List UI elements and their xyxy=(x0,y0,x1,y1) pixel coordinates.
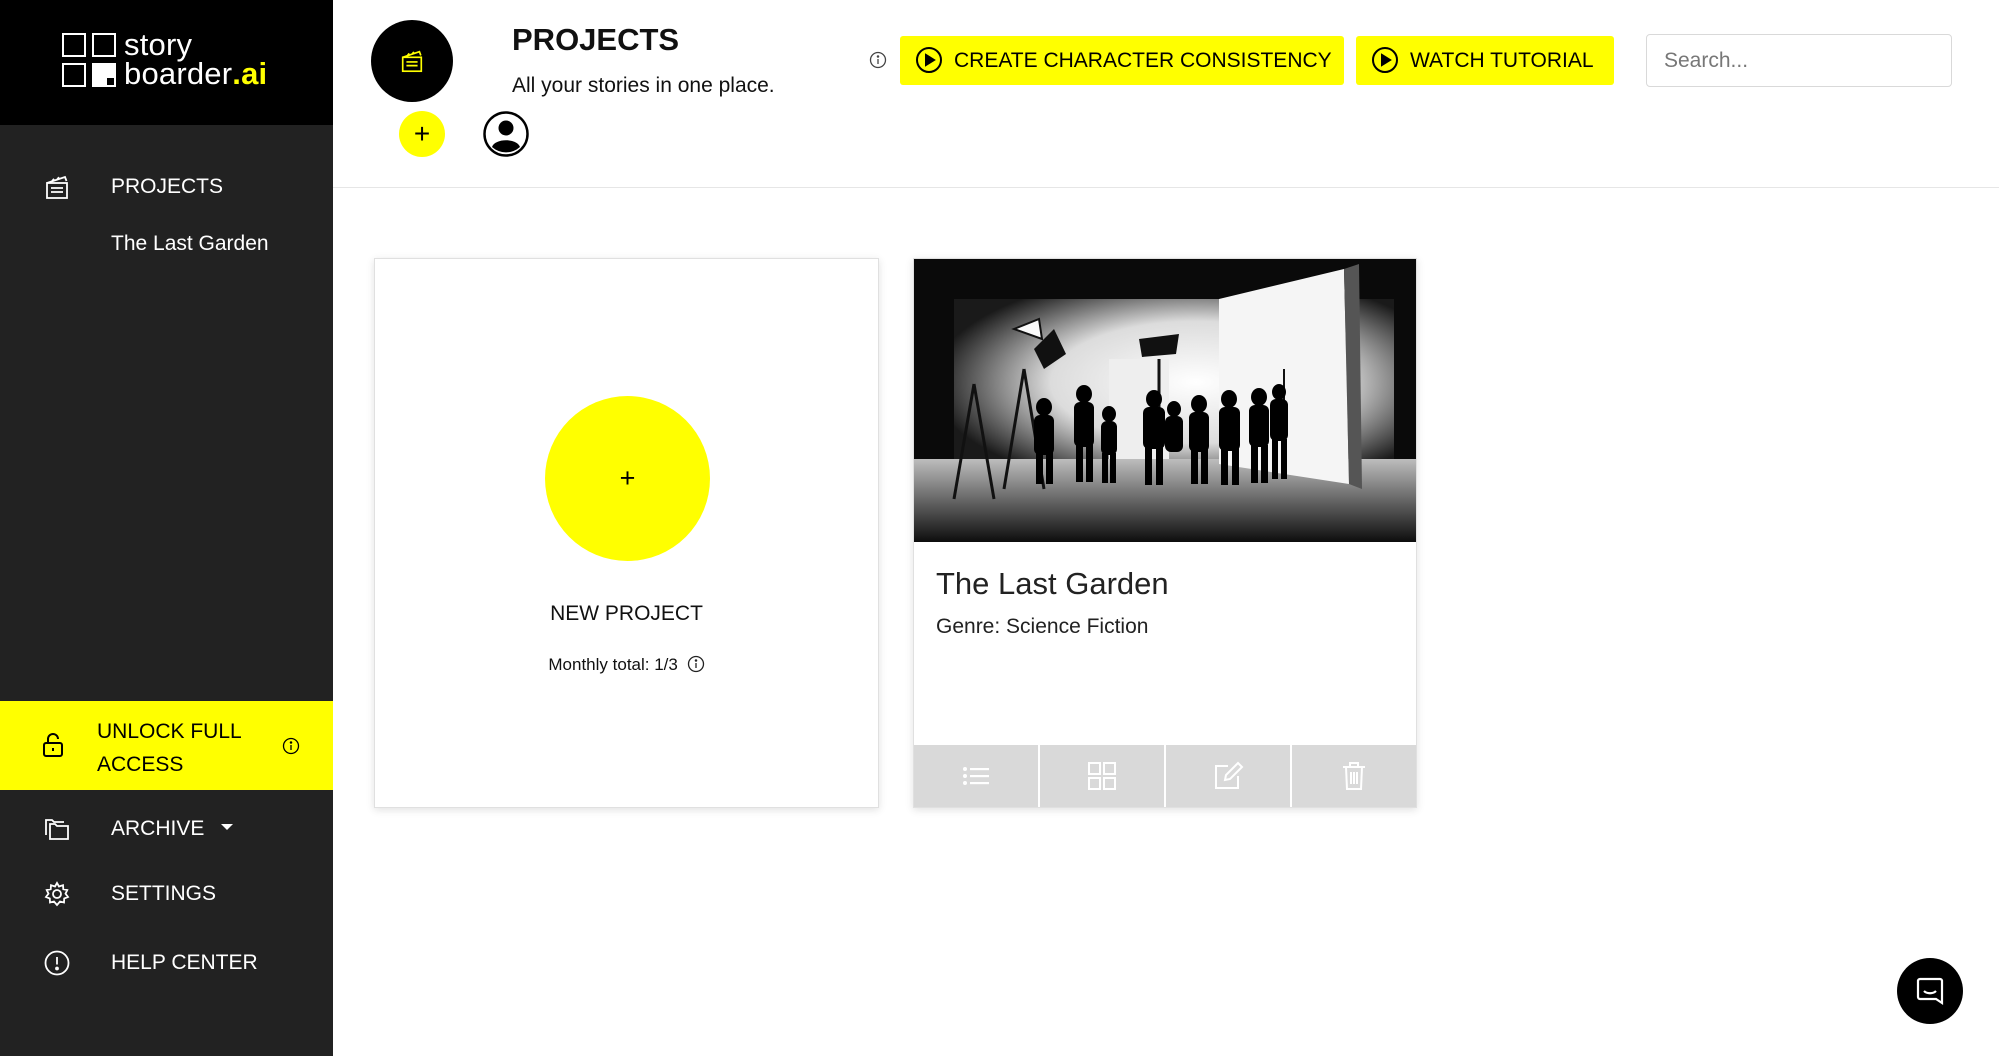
new-project-label: NEW PROJECT xyxy=(550,602,703,625)
sidebar-item-the-last-garden[interactable]: The Last Garden xyxy=(111,232,269,256)
sidebar-item-help-center[interactable]: HELP CENTER xyxy=(0,946,333,980)
caret-down-icon xyxy=(221,824,234,830)
play-circle-icon xyxy=(915,46,943,80)
project-genre: Genre: Science Fiction xyxy=(936,615,1149,638)
sidebar-item-label: HELP CENTER xyxy=(111,951,258,974)
sidebar: story boarder.ai PROJECTS The Last Garde… xyxy=(0,0,333,1056)
project-actions xyxy=(914,745,1416,807)
lock-icon xyxy=(40,731,66,764)
add-project-button[interactable]: + xyxy=(399,111,445,157)
folders-icon xyxy=(42,814,72,844)
trash-icon xyxy=(1343,762,1365,790)
sidebar-item-projects[interactable]: PROJECTS xyxy=(0,170,333,204)
monthly-total: Monthly total: 1/3 xyxy=(375,655,878,678)
unlock-full-access-button[interactable]: UNLOCK FULL ACCESS xyxy=(0,701,333,790)
sidebar-item-label: ARCHIVE xyxy=(111,817,234,841)
gear-icon xyxy=(42,879,72,909)
logo[interactable]: story boarder.ai xyxy=(0,0,333,125)
create-character-consistency-button[interactable]: CREATE CHARACTER CONSISTENCY xyxy=(900,36,1344,85)
page-header: + PROJECTS All your stories in one place… xyxy=(333,0,1999,188)
info-icon[interactable] xyxy=(282,737,300,760)
logo-text: story boarder.ai xyxy=(124,27,268,91)
project-card[interactable]: The Last Garden Genre: Science Fiction xyxy=(913,258,1417,808)
grid-icon xyxy=(1088,762,1116,790)
page-subtitle: All your stories in one place. xyxy=(512,74,775,97)
chat-icon xyxy=(1916,977,1944,1006)
new-project-add-button[interactable]: + xyxy=(545,396,710,561)
clapperboard-icon xyxy=(401,50,423,73)
page-title: PROJECTS xyxy=(512,22,680,57)
info-icon[interactable] xyxy=(869,51,887,74)
play-circle-icon xyxy=(1371,46,1399,80)
project-thumbnail[interactable] xyxy=(914,259,1416,542)
sidebar-item-label: PROJECTS xyxy=(111,175,224,198)
search-input[interactable] xyxy=(1646,34,1952,87)
list-icon xyxy=(963,767,989,785)
new-project-card[interactable]: + NEW PROJECT Monthly total: 1/3 xyxy=(374,258,879,808)
edit-project-button[interactable] xyxy=(1166,745,1292,807)
delete-project-button[interactable] xyxy=(1292,745,1416,807)
sidebar-item-label: SETTINGS xyxy=(111,882,217,905)
edit-icon xyxy=(1215,761,1244,789)
project-title[interactable]: The Last Garden xyxy=(936,566,1169,602)
button-label: CREATE CHARACTER CONSISTENCY xyxy=(954,48,1332,72)
chat-support-button[interactable] xyxy=(1897,958,1963,1024)
app-window: story boarder.ai PROJECTS The Last Garde… xyxy=(0,0,1999,1056)
logo-grid-icon xyxy=(62,33,118,89)
grid-view-button[interactable] xyxy=(1040,745,1166,807)
exclamation-circle-icon xyxy=(42,948,72,978)
sidebar-item-archive[interactable]: ARCHIVE xyxy=(0,812,333,846)
user-avatar-icon[interactable] xyxy=(483,111,529,157)
list-view-button[interactable] xyxy=(914,745,1040,807)
sidebar-item-settings[interactable]: SETTINGS xyxy=(0,877,333,911)
button-label: WATCH TUTORIAL xyxy=(1410,48,1594,72)
projects-badge xyxy=(371,20,453,102)
info-icon[interactable] xyxy=(687,655,705,678)
watch-tutorial-button[interactable]: WATCH TUTORIAL xyxy=(1356,36,1614,85)
unlock-label: UNLOCK FULL ACCESS xyxy=(97,720,241,776)
clapperboard-icon xyxy=(42,172,72,202)
